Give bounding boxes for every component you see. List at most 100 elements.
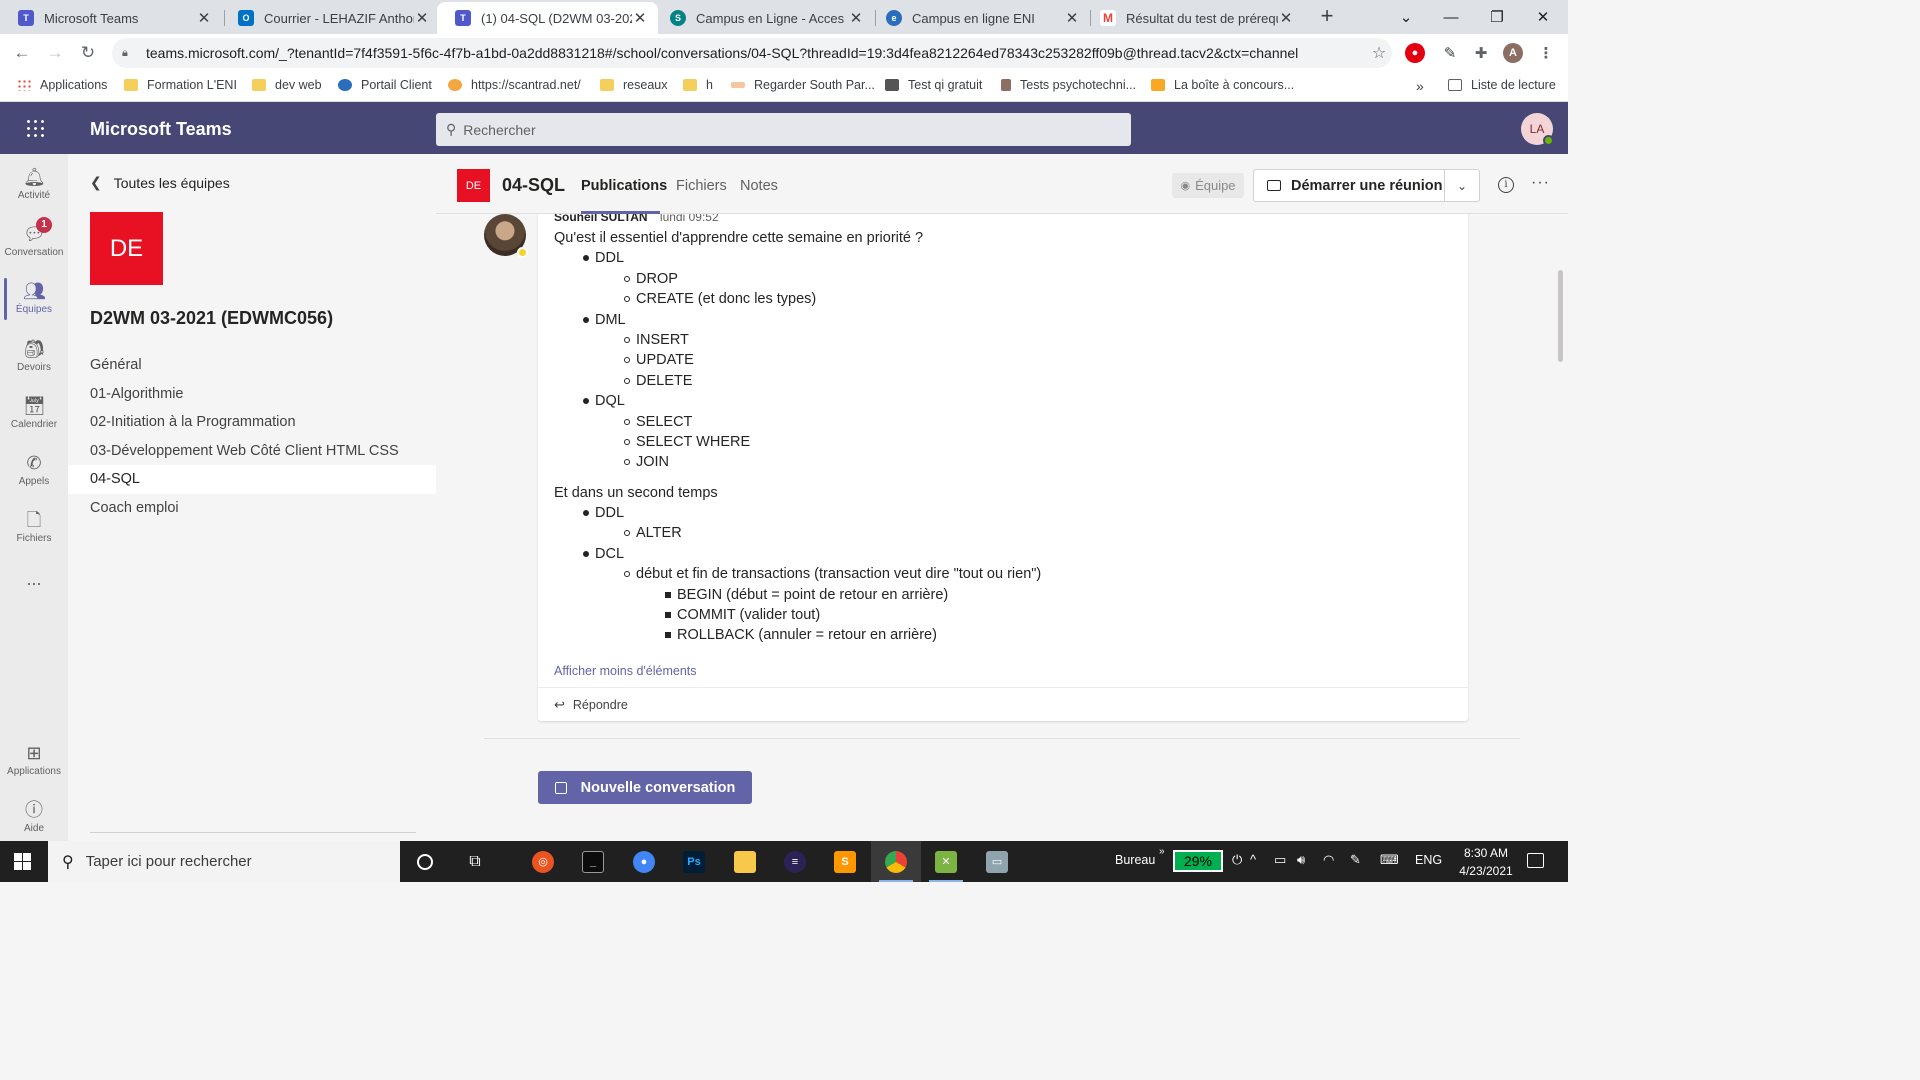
close-tab-icon[interactable]: ✕	[848, 9, 864, 27]
pen-icon[interactable]: ✎	[1350, 852, 1361, 868]
chevron-down-icon[interactable]: ⌄	[1445, 179, 1479, 193]
channel-item-active[interactable]: 04-SQL	[68, 465, 436, 494]
browser-tab[interactable]: T Microsoft Teams ✕	[0, 2, 222, 34]
rail-more[interactable]: ...	[0, 566, 68, 598]
rail-calls[interactable]: ✆ Appels	[0, 444, 68, 500]
minimize-icon[interactable]: —	[1428, 0, 1474, 34]
browser-tab[interactable]: M Résultat du test de prérequ ✕	[1082, 2, 1304, 34]
reading-list[interactable]: Liste de lecture	[1448, 78, 1556, 92]
close-tab-icon[interactable]: ✕	[196, 9, 212, 27]
back-arrow-icon[interactable]: ←	[11, 42, 33, 64]
bookmark-item[interactable]: Formation L'ENI	[124, 78, 237, 92]
profile-avatar[interactable]: A	[1503, 43, 1523, 63]
battery-meter[interactable]: 29%	[1173, 850, 1223, 872]
close-tab-icon[interactable]: ✕	[414, 9, 430, 27]
taskbar-search-input[interactable]	[85, 853, 386, 870]
chrome-alt-icon[interactable]: ●	[619, 841, 669, 882]
info-icon[interactable]: i	[1498, 177, 1514, 193]
show-less-link[interactable]: Afficher moins d'éléments	[554, 664, 697, 678]
post-author[interactable]: Souheil SULTAN	[554, 214, 648, 224]
explorer-icon[interactable]	[720, 841, 770, 882]
plug-icon[interactable]: ⏻	[1232, 852, 1242, 868]
terminal-icon[interactable]: _	[568, 841, 618, 882]
keyboard-icon[interactable]: ⌨	[1380, 852, 1399, 868]
network-tool-icon[interactable]: ✕	[921, 841, 971, 882]
rail-activity[interactable]: 🔔︎ Activité	[0, 158, 68, 214]
close-tab-icon[interactable]: ✕	[1278, 9, 1294, 27]
bookmark-item[interactable]: Portail Client	[338, 78, 432, 92]
eclipse-icon[interactable]: ≡	[770, 841, 820, 882]
app-launcher-icon[interactable]	[25, 118, 45, 138]
eyedropper-extension-icon[interactable]: ✎	[1440, 43, 1460, 63]
desktop-toolbar-label[interactable]: Bureau	[1115, 853, 1155, 867]
tab-files[interactable]: Fichiers	[676, 178, 727, 194]
rail-teams[interactable]: 👥︎ Équipes	[0, 272, 68, 328]
bookmark-item[interactable]: Test qi gratuit	[885, 78, 982, 92]
task-view-icon[interactable]: ⧉	[450, 841, 500, 882]
tab-search-icon[interactable]: ⌄	[1383, 0, 1429, 34]
windows-start-icon[interactable]	[14, 853, 31, 870]
volume-icon[interactable]: 🔊︎	[1297, 852, 1305, 868]
bookmark-item[interactable]: reseaux	[600, 78, 667, 92]
rail-files[interactable]: 🗋︎ Fichiers	[0, 501, 68, 557]
photoshop-icon[interactable]: Ps	[669, 841, 719, 882]
channel-item[interactable]: Général	[68, 351, 436, 380]
taskbar-search[interactable]: ⚲	[48, 841, 400, 882]
channel-item[interactable]: 03-Développement Web Côté Client HTML CS…	[68, 437, 436, 466]
chevron-up-icon[interactable]: »	[1159, 846, 1165, 857]
bookmark-item[interactable]: Regarder South Par...	[731, 78, 875, 92]
extensions-puzzle-icon[interactable]: ✚	[1471, 43, 1491, 63]
reload-icon[interactable]: ↻	[77, 42, 99, 64]
close-tab-icon[interactable]: ✕	[632, 9, 648, 27]
bookmark-item[interactable]: h	[683, 78, 713, 92]
ubuntu-icon[interactable]: ◎	[518, 841, 568, 882]
chrome-icon[interactable]	[871, 841, 921, 882]
channel-item[interactable]: 01-Algorithmie	[68, 380, 436, 409]
battery-icon[interactable]: ▭	[1274, 852, 1286, 868]
browser-tab[interactable]: O Courrier - LEHAZIF Anthony ✕	[220, 2, 440, 34]
wifi-icon[interactable]: ◠	[1323, 852, 1334, 868]
url-text[interactable]: teams.microsoft.com/_?tenantId=7f4f3591-…	[146, 45, 1366, 61]
tab-publications[interactable]: Publications	[581, 178, 667, 194]
new-conversation-button[interactable]: Nouvelle conversation	[538, 771, 752, 804]
remote-desktop-icon[interactable]: ▭	[972, 841, 1022, 882]
teams-search[interactable]: ⚲	[436, 113, 1131, 146]
chrome-menu-icon[interactable]: ⋮	[1536, 43, 1556, 63]
channel-item[interactable]: 02-Initiation à la Programmation	[68, 408, 436, 437]
tab-notes[interactable]: Notes	[740, 178, 778, 194]
bookmark-item[interactable]: dev web	[252, 78, 322, 92]
user-avatar[interactable]: LA	[1521, 113, 1554, 146]
cortana-icon[interactable]	[400, 841, 450, 882]
team-button[interactable]: ◉ Équipe	[1172, 173, 1244, 198]
restore-icon[interactable]: ❐	[1474, 0, 1520, 34]
address-bar[interactable]: 🔒︎ teams.microsoft.com/_?tenantId=7f4f35…	[112, 38, 1392, 68]
rail-chat[interactable]: 💬︎ 1 Conversation	[0, 215, 68, 271]
language-indicator[interactable]: ENG	[1415, 853, 1442, 867]
show-hidden-icons[interactable]: ^	[1250, 852, 1256, 867]
rail-calendar[interactable]: 📅︎ Calendrier	[0, 387, 68, 443]
channel-item[interactable]: Coach emploi	[68, 494, 436, 523]
close-tab-icon[interactable]: ✕	[1064, 9, 1080, 27]
search-input[interactable]	[463, 121, 1064, 138]
reply-button[interactable]: ↩ Répondre	[538, 687, 1468, 721]
scrollbar-thumb[interactable]	[1558, 270, 1563, 362]
all-teams-link[interactable]: ❮ Toutes les équipes	[90, 174, 230, 191]
bookmark-star-icon[interactable]: ☆	[1366, 43, 1392, 63]
rail-apps[interactable]: ⊞ Applications	[0, 734, 68, 790]
bookmark-item[interactable]: Tests psychotechni...	[1001, 78, 1136, 92]
rail-assignments[interactable]: 🎒︎ Devoirs	[0, 330, 68, 386]
browser-tab[interactable]: S Campus en Ligne - Acces st ✕	[652, 2, 874, 34]
browser-tab[interactable]: e Campus en ligne ENI ✕	[868, 2, 1090, 34]
more-options-icon[interactable]: ···	[1531, 174, 1550, 192]
start-meeting-button[interactable]: Démarrer une réunion ⌄	[1253, 169, 1480, 202]
forward-arrow-icon[interactable]: →	[44, 42, 66, 64]
bookmarks-overflow[interactable]: »	[1416, 78, 1424, 94]
new-tab-button[interactable]: +	[1316, 4, 1338, 30]
notification-icon[interactable]	[1527, 853, 1544, 868]
author-avatar[interactable]	[484, 214, 528, 258]
close-window-icon[interactable]: ✕	[1520, 0, 1566, 34]
bookmark-item[interactable]: La boîte à concours...	[1151, 78, 1294, 92]
adblock-extension-icon[interactable]: ●	[1405, 43, 1425, 63]
bookmark-item[interactable]: https://scantrad.net/	[448, 78, 581, 92]
system-clock[interactable]: 8:30 AM 4/23/2021	[1446, 844, 1526, 880]
